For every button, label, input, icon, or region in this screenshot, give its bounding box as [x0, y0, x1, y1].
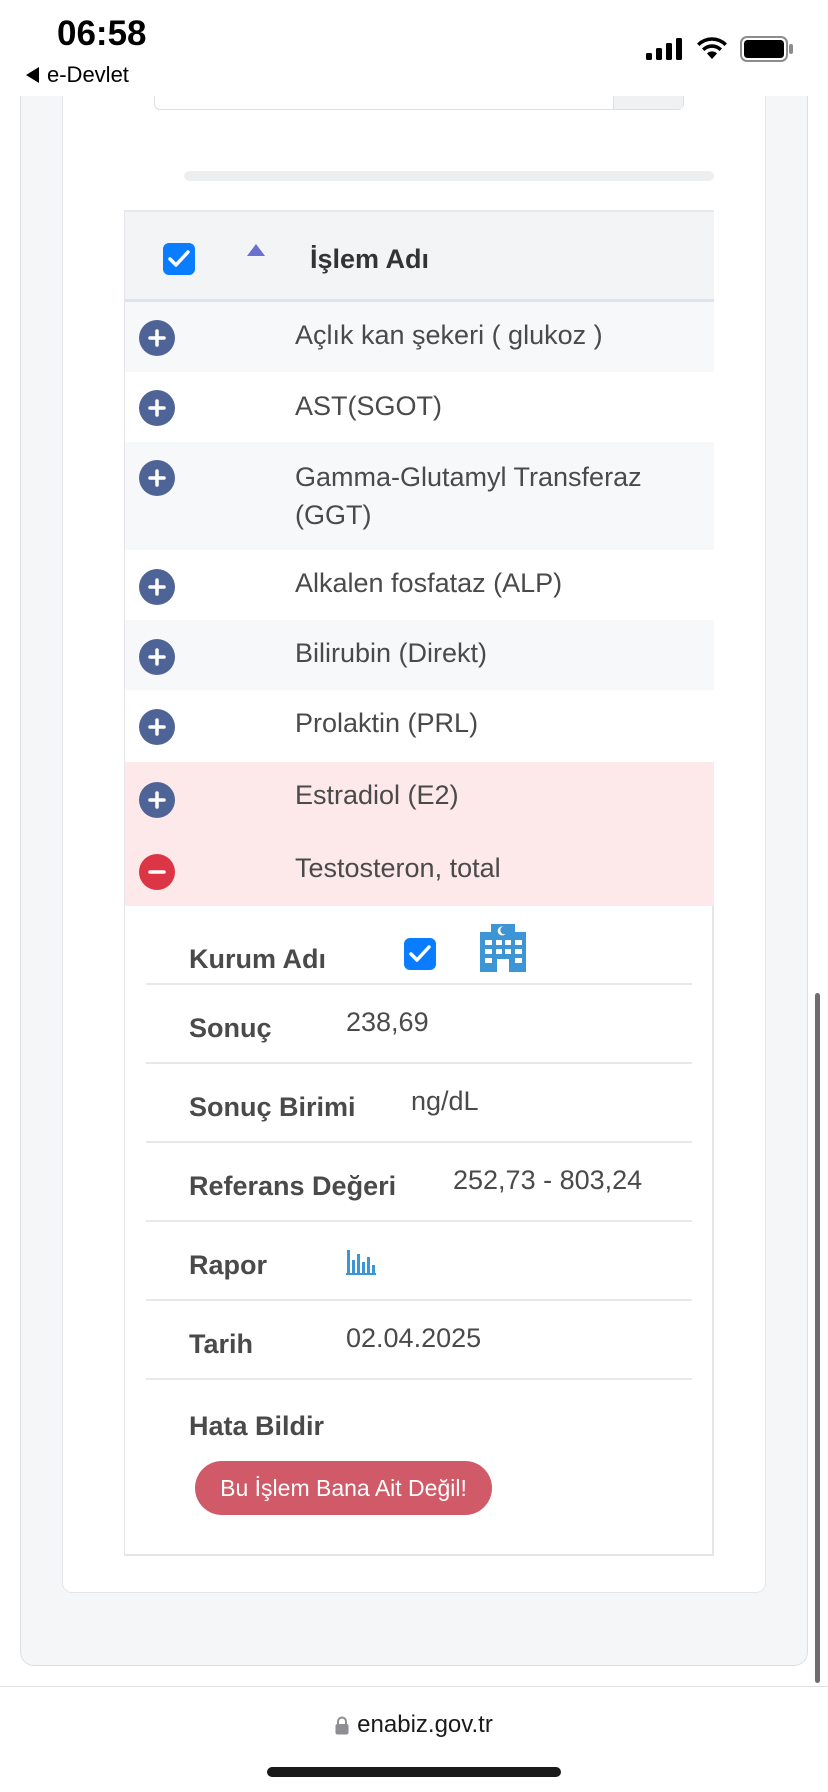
- plus-icon: [148, 578, 166, 596]
- lock-icon: [335, 1716, 349, 1734]
- cellular-signal-icon: [646, 38, 682, 60]
- filter-input[interactable]: [154, 96, 684, 110]
- expand-row-button[interactable]: [139, 709, 175, 745]
- plus-icon: [148, 791, 166, 809]
- plus-icon: [148, 718, 166, 736]
- birim-value: ng/dL: [411, 1086, 479, 1116]
- filter-input-addon[interactable]: [613, 96, 683, 109]
- url-text: enabiz.gov.tr: [357, 1711, 493, 1738]
- detail-row-rapor: Rapor: [146, 1222, 692, 1301]
- plus-icon: [148, 399, 166, 417]
- checkmark-icon: [409, 945, 431, 962]
- home-indicator[interactable]: [267, 1767, 561, 1777]
- plus-icon: [148, 469, 166, 487]
- battery-icon: [740, 36, 793, 62]
- status-time: 06:58: [57, 14, 147, 53]
- sonuc-value: 238,69: [346, 1007, 429, 1037]
- referans-label: Referans Değeri: [189, 1171, 397, 1201]
- expand-row-button[interactable]: [139, 460, 175, 496]
- collapse-row-button[interactable]: [139, 854, 175, 890]
- back-app-label: e-Devlet: [47, 62, 129, 87]
- back-to-app-link[interactable]: e-Devlet: [26, 62, 129, 88]
- row-detail-panel: Kurum Adı Sonuç 238,69 Sonuç Birimi ng/d…: [125, 906, 714, 1556]
- bar-chart-icon[interactable]: [346, 1246, 376, 1276]
- table-row[interactable]: Testosteron, total: [125, 834, 714, 906]
- browser-address-bar[interactable]: enabiz.gov.tr: [0, 1686, 828, 1792]
- detail-row-kurum: Kurum Adı: [146, 906, 692, 985]
- row-label: Testosteron, total: [295, 853, 501, 883]
- kurum-label: Kurum Adı: [189, 944, 326, 974]
- horizontal-scrollbar[interactable]: [184, 171, 714, 181]
- table-row[interactable]: Alkalen fosfataz (ALP): [125, 550, 714, 620]
- status-bar: 06:58 e-Devlet: [0, 0, 828, 96]
- expand-row-button[interactable]: [139, 782, 175, 818]
- birim-label: Sonuç Birimi: [189, 1092, 356, 1122]
- detail-row-tarih: Tarih 02.04.2025: [146, 1301, 692, 1380]
- row-label: Prolaktin (PRL): [295, 708, 479, 738]
- vertical-scrollbar[interactable]: [815, 993, 820, 1683]
- row-label: Gamma-Glutamyl Transferaz (GGT): [295, 462, 642, 530]
- row-label: Bilirubin (Direkt): [295, 638, 488, 668]
- rapor-label: Rapor: [189, 1250, 268, 1280]
- expand-row-button[interactable]: [139, 569, 175, 605]
- tarih-label: Tarih: [189, 1329, 254, 1359]
- detail-row-birim: Sonuç Birimi ng/dL: [146, 1064, 692, 1143]
- table-row[interactable]: AST(SGOT): [125, 372, 714, 442]
- back-arrow-icon: [26, 67, 39, 83]
- row-label: Estradiol (E2): [295, 780, 459, 810]
- detail-row-sonuc: Sonuç 238,69: [146, 985, 692, 1064]
- sort-ascending-icon[interactable]: [247, 244, 265, 256]
- address[interactable]: enabiz.gov.tr: [0, 1711, 828, 1739]
- plus-icon: [148, 648, 166, 666]
- not-mine-report-button[interactable]: Bu İşlem Bana Ait Değil!: [195, 1461, 492, 1515]
- row-label: Açlık kan şekeri ( glukoz ): [295, 320, 603, 350]
- table-row[interactable]: Gamma-Glutamyl Transferaz (GGT): [125, 442, 714, 550]
- detail-row-referans: Referans Değeri 252,73 - 803,24: [146, 1143, 692, 1222]
- checkmark-icon: [168, 250, 190, 267]
- expand-row-button[interactable]: [139, 320, 175, 356]
- status-icons: [646, 36, 794, 62]
- plus-icon: [148, 329, 166, 347]
- sonuc-label: Sonuç: [189, 1013, 272, 1043]
- wifi-icon: [697, 37, 727, 59]
- row-label: Alkalen fosfataz (ALP): [295, 568, 563, 598]
- table-row[interactable]: Prolaktin (PRL): [125, 690, 714, 762]
- hospital-icon[interactable]: [476, 920, 530, 974]
- referans-value: 252,73 - 803,24: [453, 1165, 643, 1195]
- results-table: İşlem Adı Açlık kan şekeri ( glukoz ) AS…: [124, 210, 714, 1556]
- column-header-islem-adi[interactable]: İşlem Adı: [310, 244, 429, 275]
- table-row[interactable]: Estradiol (E2): [125, 762, 714, 834]
- hata-bildir-label: Hata Bildir: [189, 1411, 325, 1441]
- kurum-checkbox[interactable]: [404, 938, 436, 970]
- select-all-checkbox[interactable]: [163, 243, 195, 275]
- table-row[interactable]: Bilirubin (Direkt): [125, 620, 714, 690]
- expand-row-button[interactable]: [139, 390, 175, 426]
- tarih-value: 02.04.2025: [346, 1323, 482, 1353]
- expand-row-button[interactable]: [139, 639, 175, 675]
- minus-icon: [148, 870, 166, 874]
- table-header: İşlem Adı: [125, 210, 714, 302]
- table-row[interactable]: Açlık kan şekeri ( glukoz ): [125, 302, 714, 372]
- row-label: AST(SGOT): [295, 391, 442, 421]
